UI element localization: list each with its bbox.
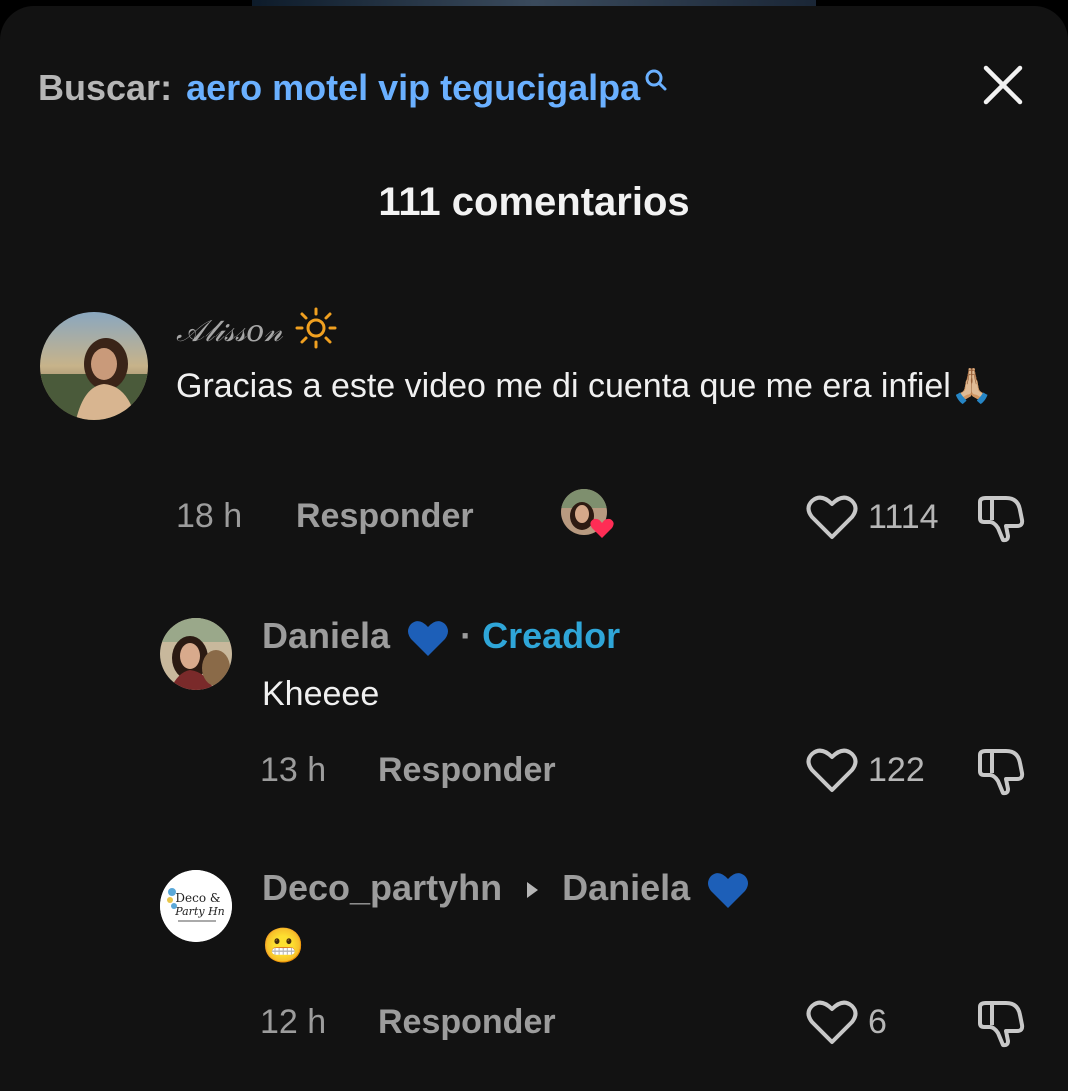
- sun-emoji-icon: [295, 307, 337, 349]
- like-button[interactable]: 122: [806, 747, 925, 793]
- comment-time: 18 h: [176, 497, 243, 535]
- thumbs-down-icon[interactable]: [976, 492, 1028, 544]
- thumbs-down-icon[interactable]: [976, 997, 1028, 1049]
- creator-liked-avatar: [560, 488, 616, 540]
- avatar[interactable]: [40, 312, 148, 420]
- heart-outline-icon[interactable]: [806, 494, 858, 540]
- avatar-logo[interactable]: Deco & Party Hn: [160, 870, 232, 942]
- close-icon[interactable]: [980, 62, 1026, 108]
- heart-outline-icon[interactable]: [806, 999, 858, 1045]
- comment-username[interactable]: 𝒜𝓁𝒾𝓈𝓈𝑜𝓃: [176, 310, 283, 354]
- creator-badge: Creador: [482, 615, 621, 656]
- comment-username-row: Deco_partyhn Daniela: [262, 866, 750, 910]
- reply-button[interactable]: Responder: [378, 1002, 556, 1042]
- reply-button[interactable]: Responder: [296, 496, 474, 536]
- comment-text: 😬: [262, 927, 305, 965]
- comment-username[interactable]: Daniela: [262, 615, 390, 656]
- reply-arrow-icon: [527, 882, 539, 899]
- heart-outline-icon[interactable]: [806, 747, 858, 793]
- reply-button[interactable]: Responder: [378, 750, 556, 790]
- reply-to-username[interactable]: Daniela: [562, 867, 690, 908]
- like-button[interactable]: 1114: [806, 494, 939, 540]
- separator-dot: ·: [460, 615, 483, 656]
- search-label: Buscar:: [38, 67, 173, 108]
- like-count: 1114: [868, 498, 939, 536]
- comment-username[interactable]: Deco_partyhn: [262, 867, 502, 908]
- search-query-link[interactable]: aero motel vip tegucigalpa: [186, 62, 640, 114]
- thumbs-down-icon[interactable]: [976, 745, 1028, 797]
- search-icon[interactable]: [644, 68, 668, 94]
- comment-time: 12 h: [260, 1003, 327, 1041]
- like-count: 122: [868, 751, 925, 789]
- logo-text: Deco &: [175, 891, 220, 905]
- comment-time: 13 h: [260, 751, 327, 789]
- blue-heart-emoji-icon: [408, 621, 449, 657]
- blue-heart-emoji-icon: [708, 873, 749, 909]
- comment-username-row: Daniela · Creador: [262, 614, 620, 658]
- avatar[interactable]: [160, 618, 232, 690]
- comments-sheet: Buscar: aero motel vip tegucigalpa 111 c…: [0, 6, 1068, 1091]
- search-bar[interactable]: Buscar: aero motel vip tegucigalpa: [38, 62, 668, 114]
- logo-text: Party Hn: [174, 905, 225, 918]
- comment-text: Kheeee: [262, 675, 380, 713]
- like-button[interactable]: 6: [806, 999, 887, 1045]
- like-count: 6: [868, 1003, 887, 1041]
- comment-text: Gracias a este video me di cuenta que me…: [176, 367, 994, 405]
- comment-count-title: 111 comentarios: [378, 180, 690, 224]
